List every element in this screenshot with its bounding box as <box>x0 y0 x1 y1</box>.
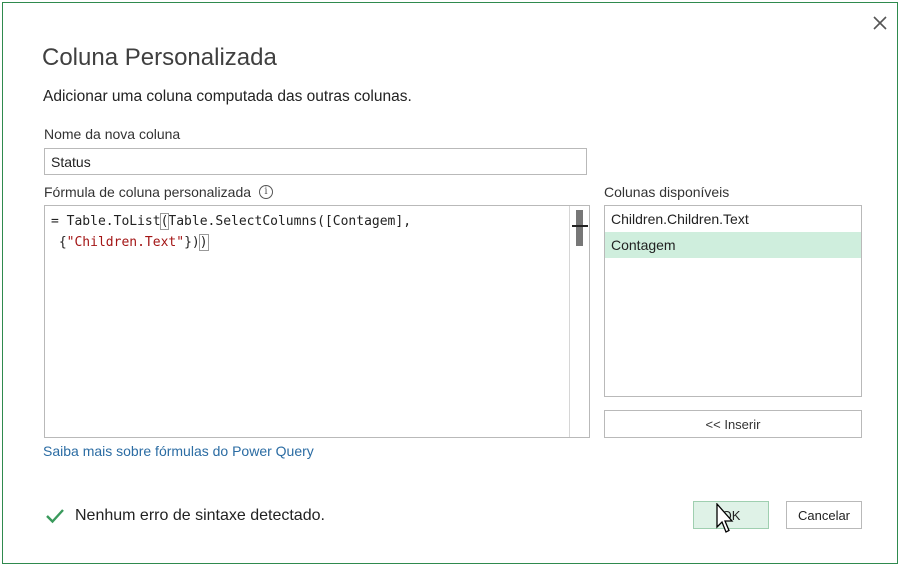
cancel-button[interactable]: Cancelar <box>786 501 862 529</box>
checkmark-icon <box>45 507 65 525</box>
dialog-subtitle: Adicionar uma coluna computada das outra… <box>43 88 412 105</box>
formula-close-bracket: ) <box>198 234 209 251</box>
text-caret <box>207 234 209 251</box>
insert-button[interactable]: << Inserir <box>604 410 862 438</box>
new-column-name-input[interactable] <box>44 148 587 175</box>
scrollbar-thumb[interactable] <box>576 210 583 246</box>
formula-text[interactable]: = Table.ToList(Table.SelectColumns([Cont… <box>51 211 569 253</box>
formula-token: = Table.ToList <box>51 214 161 229</box>
formula-token: { <box>51 235 67 250</box>
formula-string-literal: "Children.Text" <box>66 235 185 250</box>
syntax-status: Nenhum erro de sintaxe detectado. <box>45 507 325 525</box>
close-icon[interactable] <box>869 12 891 34</box>
formula-token: }) <box>184 235 200 250</box>
column-item-contagem[interactable]: Contagem <box>605 232 861 258</box>
dialog-title: Coluna Personalizada <box>42 44 277 71</box>
column-item-children-text[interactable]: Children.Children.Text <box>605 206 861 232</box>
scrollbar-marker <box>572 225 588 227</box>
formula-label: Fórmula de coluna personalizada <box>44 184 252 200</box>
formula-editor[interactable]: = Table.ToList(Table.SelectColumns([Cont… <box>44 205 590 438</box>
syntax-status-text: Nenhum erro de sintaxe detectado. <box>75 507 325 524</box>
formula-token: Table.SelectColumns([Contagem], <box>168 214 412 229</box>
available-columns-label: Colunas disponíveis <box>604 184 730 200</box>
formula-label-row: Fórmula de coluna personalizada i <box>44 184 274 200</box>
ok-button[interactable]: OK <box>693 501 769 529</box>
new-column-name-label: Nome da nova coluna <box>44 126 181 142</box>
learn-more-link[interactable]: Saiba mais sobre fórmulas do Power Query <box>43 443 314 459</box>
formula-scrollbar[interactable] <box>569 206 589 437</box>
info-icon[interactable]: i <box>259 185 274 199</box>
available-columns-list[interactable]: Children.Children.Text Contagem <box>604 205 862 397</box>
custom-column-dialog: Coluna Personalizada Adicionar uma colun… <box>2 2 898 564</box>
